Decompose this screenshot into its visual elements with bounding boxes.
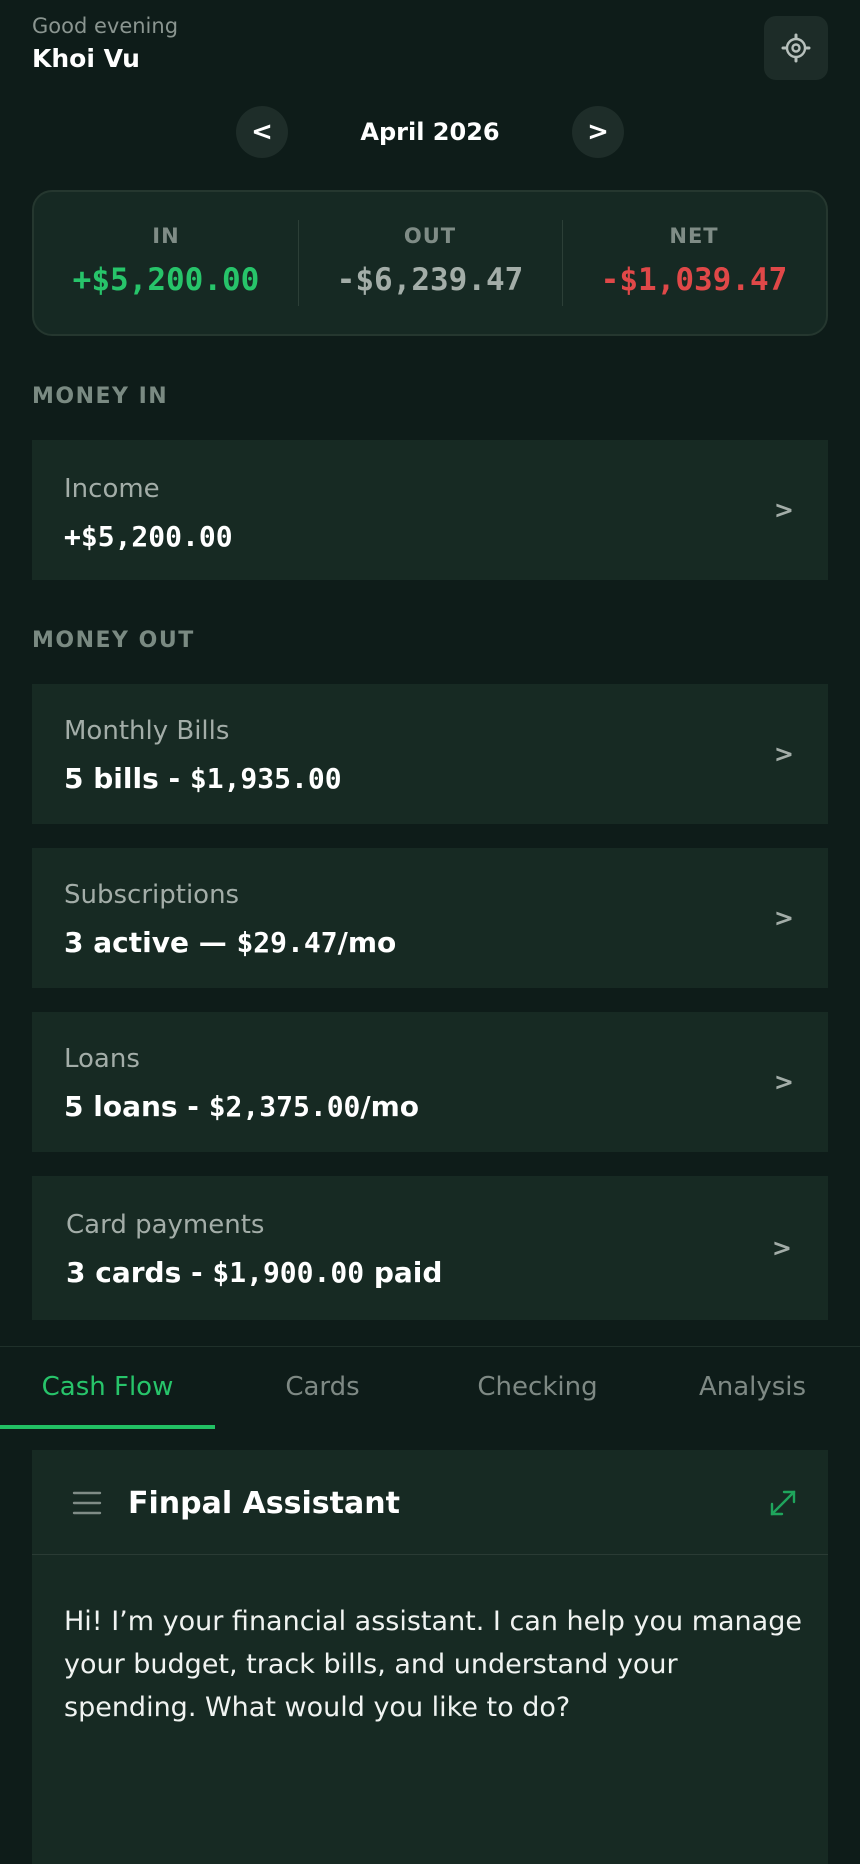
next-month-button[interactable]: > (572, 106, 624, 158)
subscriptions-title: Subscriptions (64, 880, 240, 910)
assistant-panel: Finpal Assistant Hi! I’m your financial … (32, 1450, 828, 1864)
tab-cash-flow[interactable]: Cash Flow (0, 1347, 215, 1429)
monthly-bills-value: 5 bills - $1,935.00 (64, 762, 342, 795)
month-navigator: < April 2026 > (0, 106, 860, 158)
card-payments-title: Card payments (66, 1210, 265, 1240)
user-name: Khoi Vu (32, 44, 140, 73)
bills-amount: $1,935.00 (189, 762, 342, 795)
header: Good evening Khoi Vu (32, 14, 178, 73)
cards-suffix: paid (364, 1256, 443, 1289)
chevron-right-icon: > (773, 496, 794, 524)
income-card[interactable]: Income +$5,200.00 > (32, 440, 828, 580)
loans-amount: $2,375.00 (208, 1090, 361, 1123)
card-payments-value: 3 cards - $1,900.00 paid (66, 1256, 442, 1289)
summary-out-label: OUT (403, 224, 457, 248)
money-out-heading: MONEY OUT (32, 628, 195, 653)
loans-card[interactable]: Loans 5 loans - $2,375.00/mo > (32, 1012, 828, 1152)
subscriptions-amount: $29.47 (236, 926, 338, 959)
settings-button[interactable] (764, 16, 828, 80)
summary-in-value: +$5,200.00 (72, 262, 260, 298)
monthly-bills-card[interactable]: Monthly Bills 5 bills - $1,935.00 > (32, 684, 828, 824)
money-in-heading: MONEY IN (32, 384, 169, 409)
loans-suffix: /mo (360, 1090, 420, 1123)
summary-net: NET -$1,039.47 (562, 192, 826, 334)
subscriptions-count: 3 active (64, 926, 189, 959)
separator: — (188, 926, 237, 959)
gear-icon (781, 33, 811, 63)
monthly-bills-title: Monthly Bills (64, 716, 230, 746)
tab-checking[interactable]: Checking (430, 1347, 645, 1427)
summary-net-value: -$1,039.47 (600, 262, 788, 298)
bills-count: 5 bills (64, 762, 159, 795)
assistant-header: Finpal Assistant (32, 1450, 828, 1555)
tab-cards[interactable]: Cards (215, 1347, 430, 1427)
tab-bar: Cash Flow Cards Checking Analysis (0, 1346, 860, 1429)
card-payments-card[interactable]: Card payments 3 cards - $1,900.00 paid > (32, 1176, 828, 1320)
separator: - (158, 762, 190, 795)
expand-icon[interactable] (768, 1488, 798, 1518)
loans-count: 5 loans (64, 1090, 178, 1123)
chevron-right-icon: > (773, 904, 794, 932)
month-label: April 2026 (360, 118, 500, 146)
summary-in: IN +$5,200.00 (34, 192, 298, 334)
separator: - (181, 1256, 213, 1289)
assistant-message: Hi! I’m your financial assistant. I can … (64, 1606, 802, 1723)
cards-amount: $1,900.00 (212, 1256, 365, 1289)
cashflow-summary: IN +$5,200.00 OUT -$6,239.47 NET -$1,039… (32, 190, 828, 336)
tab-analysis[interactable]: Analysis (645, 1347, 860, 1427)
income-value: +$5,200.00 (64, 520, 233, 553)
summary-out: OUT -$6,239.47 (298, 192, 562, 334)
cards-count: 3 cards (66, 1256, 182, 1289)
summary-out-value: -$6,239.47 (336, 262, 524, 298)
prev-month-button[interactable]: < (236, 106, 288, 158)
loans-value: 5 loans - $2,375.00/mo (64, 1090, 419, 1123)
separator: - (177, 1090, 209, 1123)
summary-in-label: IN (152, 224, 180, 248)
menu-icon[interactable] (72, 1490, 102, 1516)
chevron-right-icon: > (771, 1234, 792, 1262)
assistant-title: Finpal Assistant (128, 1486, 400, 1521)
chevron-right-icon: > (773, 740, 794, 768)
subscriptions-card[interactable]: Subscriptions 3 active — $29.47/mo > (32, 848, 828, 988)
summary-net-label: NET (669, 224, 719, 248)
greeting-text: Good evening (32, 14, 179, 38)
chevron-right-icon: > (773, 1068, 794, 1096)
loans-title: Loans (64, 1044, 140, 1074)
subscriptions-suffix: /mo (337, 926, 397, 959)
subscriptions-value: 3 active — $29.47/mo (64, 926, 396, 959)
income-title: Income (64, 474, 160, 504)
